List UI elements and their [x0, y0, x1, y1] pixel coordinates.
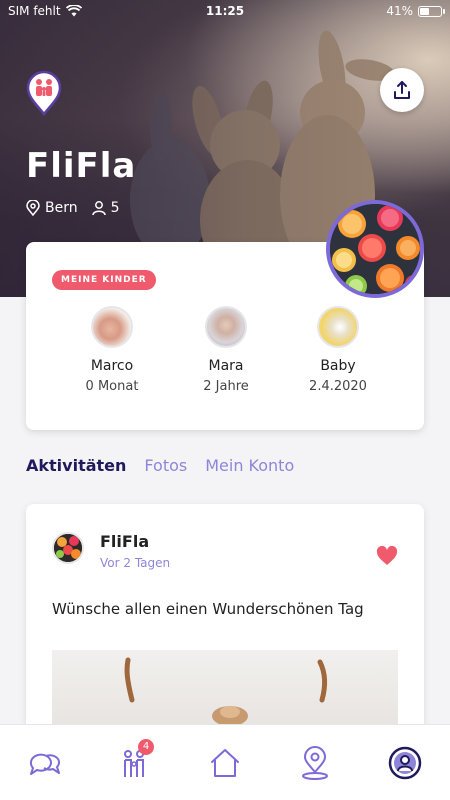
location-icon	[26, 200, 40, 216]
group-meta: Bern 5	[26, 200, 120, 216]
kid-name: Baby	[320, 358, 356, 374]
like-button[interactable]	[376, 545, 398, 570]
kid-avatar	[205, 306, 247, 348]
bottom-navigation: 4	[0, 724, 450, 800]
heart-icon	[376, 545, 398, 565]
map-pin-icon	[302, 746, 328, 780]
battery-percent: 41%	[386, 4, 413, 18]
tab-photos[interactable]: Fotos	[144, 456, 187, 475]
member-count: 5	[110, 200, 120, 216]
nav-profile[interactable]	[385, 743, 425, 783]
post-author-name[interactable]: FliFla	[100, 532, 149, 551]
my-kids-badge: MEINE KINDER	[52, 270, 156, 290]
app-logo-pin-icon	[26, 70, 62, 117]
upload-icon	[394, 81, 410, 99]
nav-chat[interactable]	[25, 743, 65, 783]
kid-avatar	[317, 306, 359, 348]
member-icon	[91, 201, 106, 216]
profile-icon	[388, 746, 422, 780]
group-profile-screen: SIM fehlt 11:25 41% FliFla Bern 5 MEINE …	[0, 0, 450, 800]
kid-name: Marco	[90, 358, 134, 374]
location-label: Bern	[45, 200, 78, 216]
status-bar: SIM fehlt 11:25 41%	[0, 0, 450, 24]
group-avatar[interactable]	[326, 200, 424, 298]
profile-tabs: Aktivitäten Fotos Mein Konto	[26, 456, 294, 475]
post-timestamp: Vor 2 Tagen	[100, 556, 171, 570]
battery-icon	[418, 5, 445, 17]
kid-item[interactable]: Baby 2.4.2020	[288, 306, 388, 394]
tab-my-account[interactable]: Mein Konto	[205, 456, 294, 475]
post-text: Wünsche allen einen Wunderschönen Tag	[52, 600, 364, 618]
post-author-avatar[interactable]	[52, 532, 84, 564]
tab-activities[interactable]: Aktivitäten	[26, 456, 126, 475]
nav-home[interactable]	[205, 743, 245, 783]
group-title: FliFla	[26, 146, 137, 186]
kid-info: 2.4.2020	[309, 379, 367, 394]
kid-info: 2 Jahre	[203, 379, 249, 394]
notification-badge: 4	[138, 739, 154, 755]
kid-item[interactable]: Marco 0 Monat	[62, 306, 162, 394]
kid-info: 0 Monat	[85, 379, 139, 394]
clock: 11:25	[205, 4, 245, 18]
share-button[interactable]	[380, 68, 424, 112]
kid-name: Mara	[208, 358, 244, 374]
kid-item[interactable]: Mara 2 Jahre	[176, 306, 276, 394]
home-icon	[211, 749, 239, 777]
kid-avatar	[91, 306, 133, 348]
nav-family[interactable]: 4	[114, 739, 154, 783]
nav-map[interactable]	[295, 743, 335, 783]
chat-icon	[29, 753, 60, 775]
